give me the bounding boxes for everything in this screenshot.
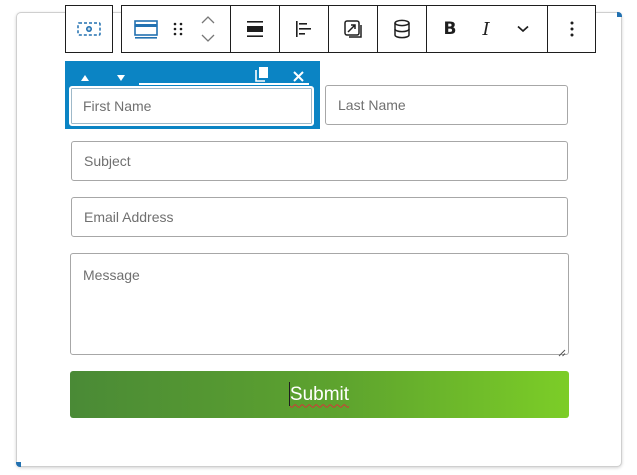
select-parent-button[interactable] <box>66 6 112 52</box>
email-placeholder: Email Address <box>84 209 174 225</box>
italic-button[interactable]: I <box>469 6 503 52</box>
options-segment <box>547 6 595 52</box>
move-up-button[interactable] <box>193 11 223 29</box>
subject-field[interactable]: Subject <box>71 141 568 181</box>
duplicate-icon <box>255 66 269 86</box>
link-box-button[interactable] <box>329 6 377 52</box>
align-full-icon <box>246 20 264 38</box>
toolbar-group-parent <box>65 5 113 53</box>
drag-handle-icon <box>173 21 183 37</box>
block-switcher-segment <box>122 6 230 52</box>
message-placeholder: Message <box>83 267 140 283</box>
arrow-up-icon <box>80 67 90 86</box>
email-field[interactable]: Email Address <box>71 197 568 237</box>
move-block-down-button[interactable] <box>110 67 132 85</box>
align-segment <box>230 6 279 52</box>
duplicate-block-button[interactable] <box>251 67 273 85</box>
submit-button[interactable]: Submit <box>70 371 569 418</box>
italic-icon: I <box>482 18 490 40</box>
remove-block-button[interactable] <box>287 67 309 85</box>
close-icon <box>292 67 304 86</box>
submit-label: Submit <box>288 381 350 406</box>
move-up-icon <box>201 16 215 24</box>
message-textarea[interactable]: Message <box>70 253 569 357</box>
drag-handle-button[interactable] <box>168 6 188 52</box>
justify-segment <box>279 6 328 52</box>
arrow-down-icon <box>116 67 126 86</box>
text-caret <box>288 381 290 406</box>
move-buttons <box>188 11 228 47</box>
move-down-button[interactable] <box>193 29 223 47</box>
format-segment: B I <box>426 6 547 52</box>
link-box-segment <box>328 6 377 52</box>
block-options-button[interactable] <box>548 6 595 52</box>
resize-handle-icon[interactable] <box>558 344 566 357</box>
first-name-field[interactable]: First Name <box>69 86 314 126</box>
form-block-icon <box>77 21 101 37</box>
layout-icon <box>134 19 158 39</box>
database-segment <box>377 6 426 52</box>
justify-button[interactable] <box>280 6 328 52</box>
bold-icon: B <box>443 19 457 39</box>
bold-button[interactable]: B <box>431 6 469 52</box>
toolbar-group-main: B I <box>121 5 596 53</box>
database-icon <box>393 19 411 39</box>
block-toolbar: B I <box>65 5 596 53</box>
link-box-icon <box>343 19 363 39</box>
last-name-placeholder: Last Name <box>338 97 406 113</box>
selection-corner <box>617 12 622 17</box>
chevron-down-icon <box>517 25 529 33</box>
selection-corner <box>16 462 21 467</box>
move-down-icon <box>201 34 215 42</box>
more-options-icon <box>570 21 574 37</box>
block-type-button[interactable] <box>124 6 168 52</box>
justify-left-icon <box>295 20 313 38</box>
move-block-up-button[interactable] <box>74 67 96 85</box>
last-name-field[interactable]: Last Name <box>325 85 568 125</box>
submit-label-text: Submit <box>289 383 350 405</box>
dynamic-data-button[interactable] <box>378 6 426 52</box>
more-formats-button[interactable] <box>503 6 543 52</box>
mover-active-tab <box>139 61 309 85</box>
first-name-placeholder: First Name <box>83 98 152 114</box>
align-button[interactable] <box>231 6 279 52</box>
subject-placeholder: Subject <box>84 153 131 169</box>
